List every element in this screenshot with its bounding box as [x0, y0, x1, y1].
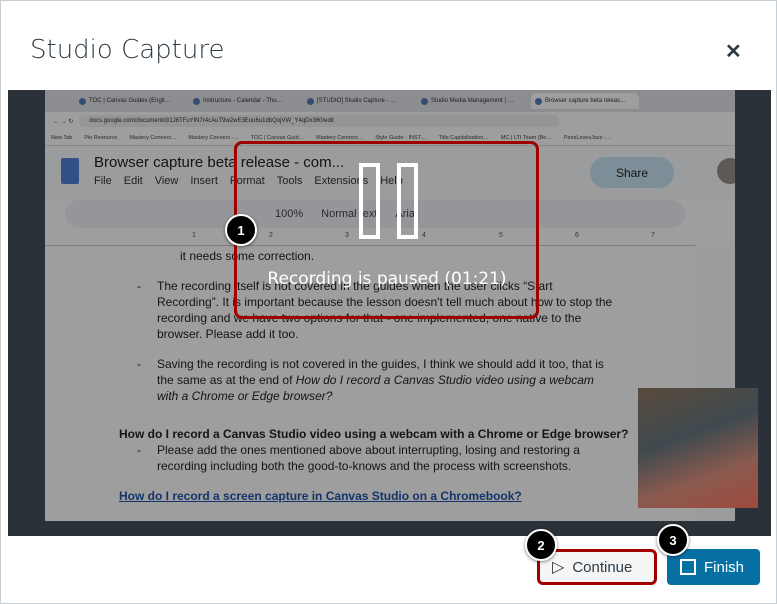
browser-tab: Instructure - Calendar - Thu…: [189, 93, 297, 109]
bookmark: Mastery Connect…: [316, 134, 364, 141]
tab-label: Studio Media Management | …: [431, 98, 514, 104]
bookmarks-bar: New Tab Pin Resource Mastery Connect… Ma…: [45, 130, 735, 146]
tab-label: [STUDIO] Studio Capture - …: [317, 98, 397, 104]
bookmark: Pin Resource: [84, 134, 118, 141]
nav-arrows-icon: ← → ↻: [53, 118, 74, 125]
share-button: Share: [590, 157, 674, 188]
menu-item: Help: [380, 175, 403, 187]
address-bar: ← → ↻ docs.google.com/document/d/1J6TFuYl…: [45, 112, 735, 130]
docs-toolbar: 100% Normal text Arial: [65, 200, 685, 228]
bookmark: Title Capitalization…: [438, 134, 489, 141]
bookmark: New Tab: [51, 134, 73, 141]
menu-item: Tools: [276, 175, 303, 187]
docs-header: Browser capture beta release - com... Fi…: [45, 146, 735, 200]
bookmark: MC | LTI Team (Bo…: [500, 134, 552, 141]
docs-menu: File Edit View Insert Format Tools Extensions H…: [94, 175, 403, 187]
bookmark: Style Guide - INST…: [375, 134, 427, 141]
bookmark: Mastery Connect -…: [188, 134, 239, 141]
ruler-mark: 4: [422, 232, 426, 239]
ruler-mark: 7: [651, 232, 655, 239]
ruler-mark: 5: [499, 232, 503, 239]
finish-label: Finish: [704, 558, 745, 576]
menu-item: Format: [229, 175, 265, 187]
bookmark: Mastery Connect…: [129, 134, 177, 141]
ruler-mark: 3: [345, 232, 349, 239]
ruler-mark: 6: [575, 232, 579, 239]
stop-icon: [680, 559, 696, 575]
play-icon: ▷: [552, 559, 565, 576]
tab-favicon-icon: [307, 97, 314, 105]
finish-button[interactable]: Finish: [667, 549, 760, 585]
browser-tabs: TOC | Canvas Guides (Engli… Instructure …: [45, 90, 735, 112]
callout-badge-2: 2: [525, 529, 557, 561]
font-select: Arial: [395, 208, 418, 220]
menu-item: View: [154, 175, 179, 187]
doc-heading: How do I record a Canvas Studio video us…: [119, 427, 629, 441]
close-icon[interactable]: ✕: [725, 39, 742, 64]
ruler-mark: 1: [192, 232, 196, 239]
bookmark: TOC | Canvas Guid…: [250, 134, 305, 141]
doc-title: Browser capture beta release - com...: [94, 154, 345, 171]
recording-status: Recording is paused (01:21): [267, 269, 507, 289]
docs-icon: [61, 158, 79, 184]
menu-item: File: [94, 175, 112, 187]
tab-label: Browser capture beta releas…: [545, 98, 627, 104]
tab-favicon-icon: [79, 97, 86, 105]
continue-button[interactable]: ▷ Continue: [537, 549, 657, 585]
ruler: 1 2 3 4 5 6 7: [45, 232, 695, 246]
menu-item: Insert: [190, 175, 218, 187]
browser-tab-active: Browser capture beta releas…: [531, 93, 639, 109]
webcam-preview: [638, 388, 758, 508]
doc-text: Saving the recording is not covered in t…: [157, 356, 617, 404]
tab-label: TOC | Canvas Guides (Engli…: [89, 98, 171, 104]
doc-text: it needs some correction.: [180, 249, 315, 263]
tab-favicon-icon: [535, 97, 542, 105]
ruler-mark: 2: [269, 232, 273, 239]
callout-badge-1: 1: [225, 214, 257, 246]
docs-window: Browser capture beta release - com... Fi…: [45, 146, 735, 521]
tab-favicon-icon: [193, 97, 200, 105]
callout-badge-3: 3: [657, 524, 689, 556]
screen-capture: TOC | Canvas Guides (Engli… Instructure …: [45, 90, 735, 521]
browser-tab: TOC | Canvas Guides (Engli…: [75, 93, 183, 109]
modal-title: Studio Capture: [30, 35, 225, 65]
style-select: Normal text: [321, 208, 378, 220]
doc-text: Please add the ones mentioned above abou…: [157, 443, 580, 473]
doc-link: How do I record a screen capture in Canv…: [119, 489, 522, 503]
bookmark: ParisLovesJazz -…: [563, 134, 612, 141]
url: docs.google.com/document/d/1J6TFuYlN7r4c…: [79, 115, 560, 127]
menu-item: Extensions: [314, 175, 369, 187]
browser-tab: [STUDIO] Studio Capture - …: [303, 93, 411, 109]
studio-capture-modal: Studio Capture ✕ TOC | Canvas Guides (En…: [0, 0, 777, 604]
tab-favicon-icon: [421, 97, 428, 105]
continue-label: Continue: [572, 558, 633, 576]
zoom-select: 100%: [275, 208, 304, 220]
menu-item: Edit: [123, 175, 143, 187]
avatar: [717, 158, 735, 184]
capture-preview: TOC | Canvas Guides (Engli… Instructure …: [8, 90, 771, 536]
tab-label: Instructure - Calendar - Thu…: [203, 98, 283, 104]
browser-tab: Studio Media Management | …: [417, 93, 525, 109]
